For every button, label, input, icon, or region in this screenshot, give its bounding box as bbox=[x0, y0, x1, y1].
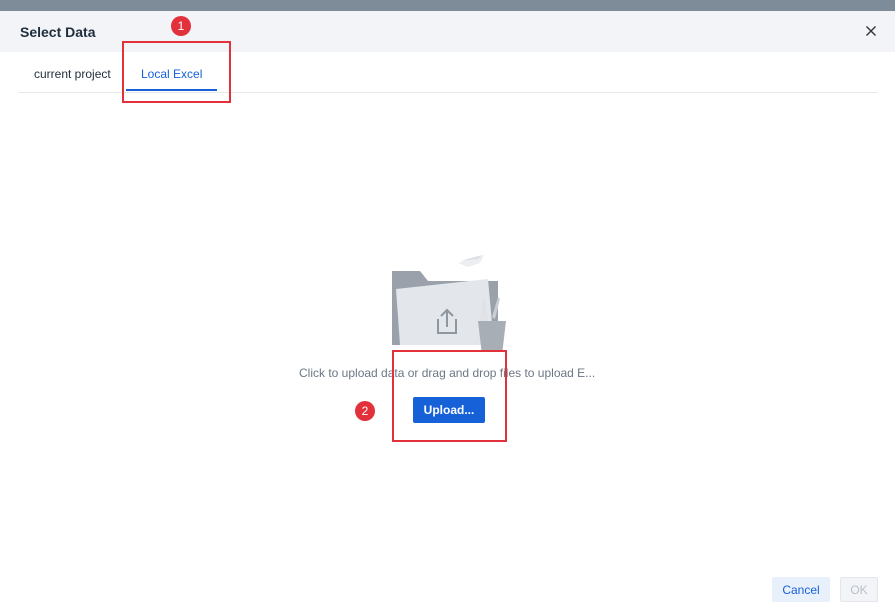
select-data-dialog: Select Data current project Local Excel … bbox=[0, 11, 895, 614]
callout-box-local-excel bbox=[122, 41, 231, 103]
tab-current-project[interactable]: current project bbox=[34, 67, 111, 81]
callout-badge-2: 2 bbox=[355, 401, 375, 421]
callout-box-upload bbox=[392, 350, 507, 442]
close-icon bbox=[866, 26, 876, 36]
cancel-button[interactable]: Cancel bbox=[772, 577, 830, 602]
ok-button[interactable]: OK bbox=[840, 577, 878, 602]
callout-badge-1: 1 bbox=[171, 16, 191, 36]
folder-upload-icon bbox=[388, 251, 510, 355]
close-button[interactable] bbox=[863, 23, 879, 39]
backdrop-strip bbox=[0, 0, 895, 11]
dialog-title: Select Data bbox=[20, 24, 96, 40]
